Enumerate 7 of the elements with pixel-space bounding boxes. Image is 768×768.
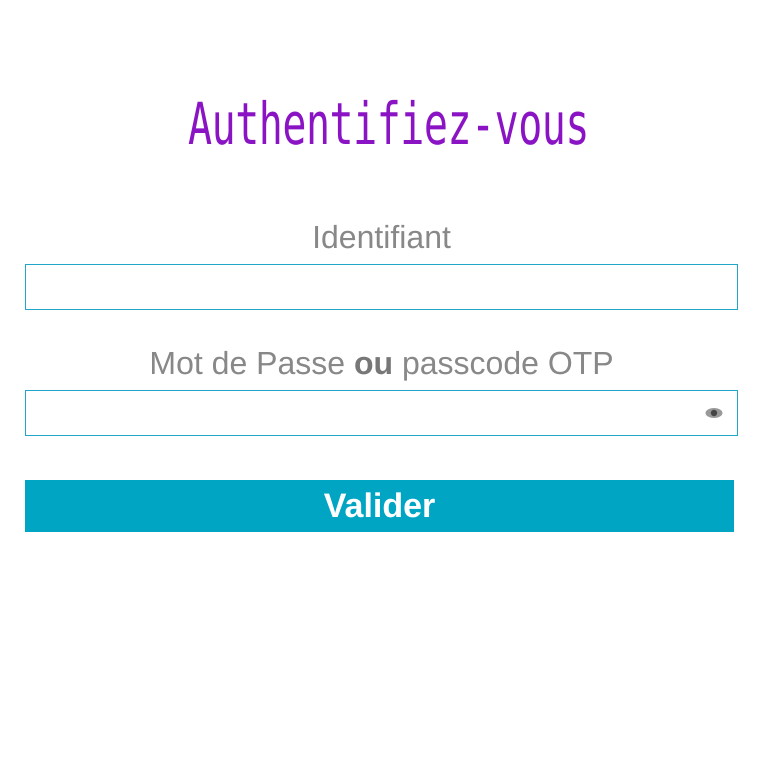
eye-icon[interactable]	[705, 407, 723, 419]
field-label: Identifiant	[312, 218, 451, 256]
field-label: Mot de Passe ou passcode OTP	[149, 344, 614, 382]
submit-button[interactable]: Valider	[25, 480, 734, 532]
input-field[interactable]	[25, 264, 738, 310]
page-title: Authentifiez-vous	[188, 92, 589, 158]
input-field[interactable]	[25, 390, 738, 436]
